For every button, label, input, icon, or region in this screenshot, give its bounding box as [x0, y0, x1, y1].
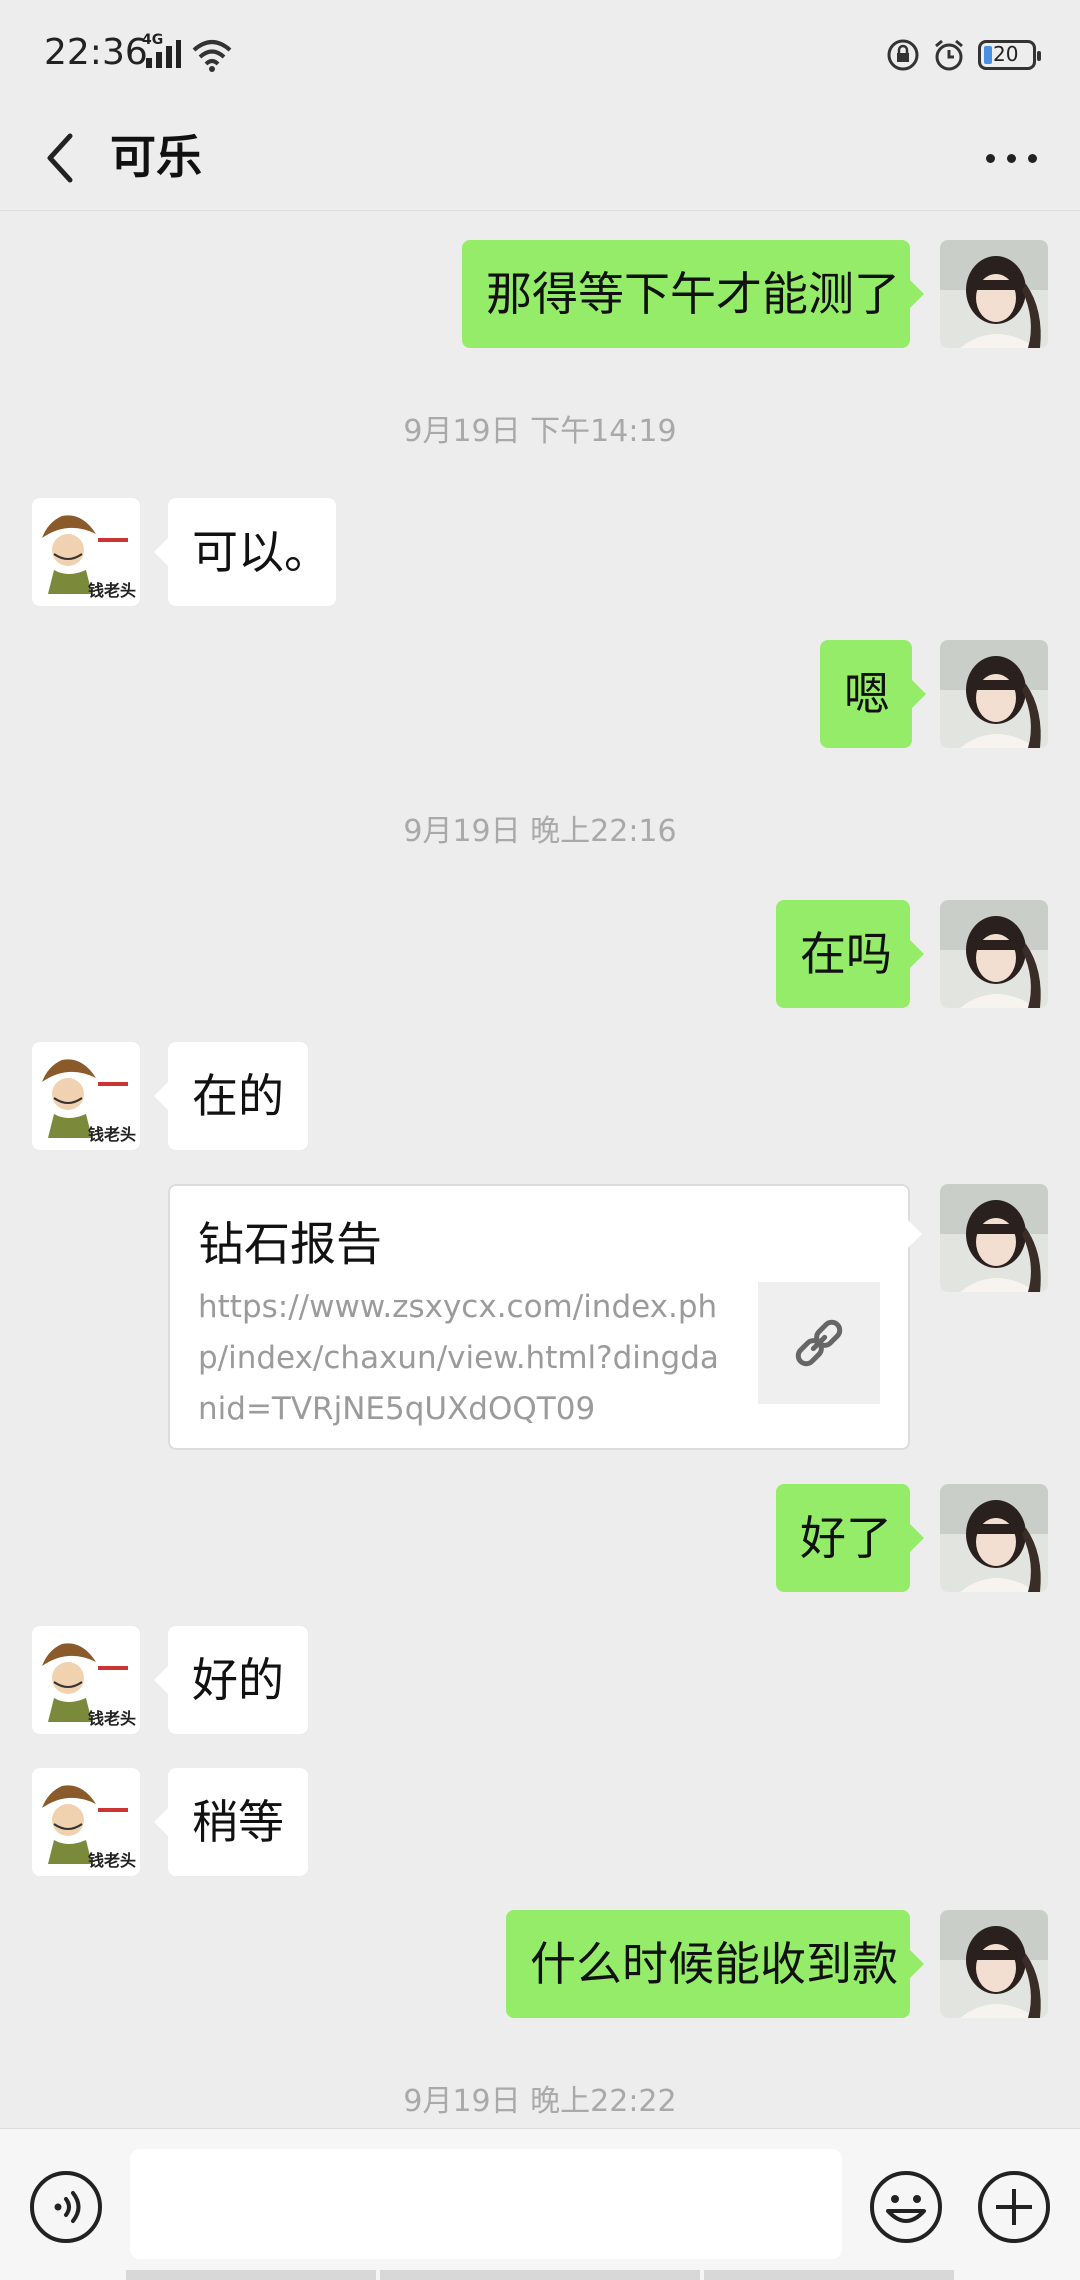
- avatar-other[interactable]: 钱老头: [32, 498, 140, 606]
- wifi-icon: [190, 38, 234, 72]
- more-dot: [1006, 153, 1016, 163]
- avatar-caption: 钱老头: [88, 1851, 136, 1870]
- link-thumbnail: [758, 1282, 880, 1404]
- avatar-self[interactable]: [940, 1484, 1048, 1592]
- status-time: 22:36: [44, 32, 148, 73]
- cellular-signal-icon: 4G: [140, 32, 182, 70]
- avatar-self[interactable]: [940, 1184, 1048, 1292]
- battery-level: 20: [993, 42, 1019, 66]
- timestamp: 9月19日 晚上22:22: [403, 2084, 677, 2119]
- message-bubble-self[interactable]: 那得等下午才能测了: [462, 240, 924, 348]
- link-icon: [795, 1319, 843, 1367]
- chat-title: 可乐: [110, 130, 202, 184]
- battery-icon: 20: [978, 40, 1041, 70]
- emoji-button[interactable]: [868, 2169, 944, 2245]
- avatar-self[interactable]: [940, 1910, 1048, 2018]
- avatar-other[interactable]: 钱老头: [32, 1626, 140, 1734]
- avatar-caption: 钱老头: [88, 1125, 136, 1144]
- timestamp: 9月19日 下午14:19: [403, 414, 677, 449]
- keyboard-strip: [380, 2270, 700, 2280]
- timestamp: 9月19日 晚上22:16: [403, 814, 677, 849]
- status-bar: 22:36 4G 20: [0, 0, 1080, 106]
- keyboard-strip: [704, 2270, 954, 2280]
- message-bubble-self[interactable]: 嗯: [820, 640, 926, 748]
- avatar-self[interactable]: [940, 900, 1048, 1008]
- chat-header: 可乐: [0, 106, 1080, 211]
- message-bubble-self[interactable]: 好了: [776, 1484, 924, 1592]
- voice-input-button[interactable]: [28, 2169, 104, 2245]
- avatar-self[interactable]: [940, 240, 1048, 348]
- back-button[interactable]: [30, 120, 90, 196]
- keyboard-strip: [126, 2270, 376, 2280]
- emoji-icon: [870, 2171, 942, 2243]
- message-bubble-other[interactable]: 在的: [154, 1042, 308, 1150]
- status-right-icons: 20: [886, 36, 1041, 74]
- lock-rotation-icon: [887, 39, 919, 71]
- avatar-caption: 钱老头: [88, 1709, 136, 1728]
- message-input[interactable]: [130, 2149, 842, 2259]
- more-functions-button[interactable]: [976, 2169, 1052, 2245]
- message-bubble-other[interactable]: 可以。: [154, 498, 336, 606]
- chat-screen: 22:36 4G 20 可乐 那得等下午才能测了 9月19日 下午14:19 钱…: [0, 0, 1080, 2280]
- chevron-left-icon: [47, 133, 73, 183]
- message-bubble-other[interactable]: 好的: [154, 1626, 308, 1734]
- avatar-other[interactable]: 钱老头: [32, 1768, 140, 1876]
- avatar-caption: 钱老头: [88, 581, 136, 600]
- alarm-icon: [935, 39, 963, 71]
- avatar-self[interactable]: [940, 640, 1048, 748]
- more-dot: [1027, 153, 1037, 163]
- message-bubble-self[interactable]: 在吗: [776, 900, 924, 1008]
- input-bar: [0, 2128, 1080, 2280]
- link-card[interactable]: 钻石报告 https://www.zsxycx.com/index.php/in…: [168, 1184, 922, 1450]
- message-bubble-self[interactable]: 什么时候能收到款: [506, 1910, 924, 2018]
- avatar-other[interactable]: 钱老头: [32, 1042, 140, 1150]
- message-bubble-other[interactable]: 稍等: [154, 1768, 308, 1876]
- more-button[interactable]: [966, 120, 1056, 196]
- voice-icon: [30, 2171, 102, 2243]
- more-dots-icon: [985, 153, 995, 163]
- plus-icon: [978, 2171, 1050, 2243]
- link-card-url: https://www.zsxycx.com/index.php/index/c…: [198, 1289, 719, 1427]
- link-card-title: 钻石报告: [198, 1217, 382, 1271]
